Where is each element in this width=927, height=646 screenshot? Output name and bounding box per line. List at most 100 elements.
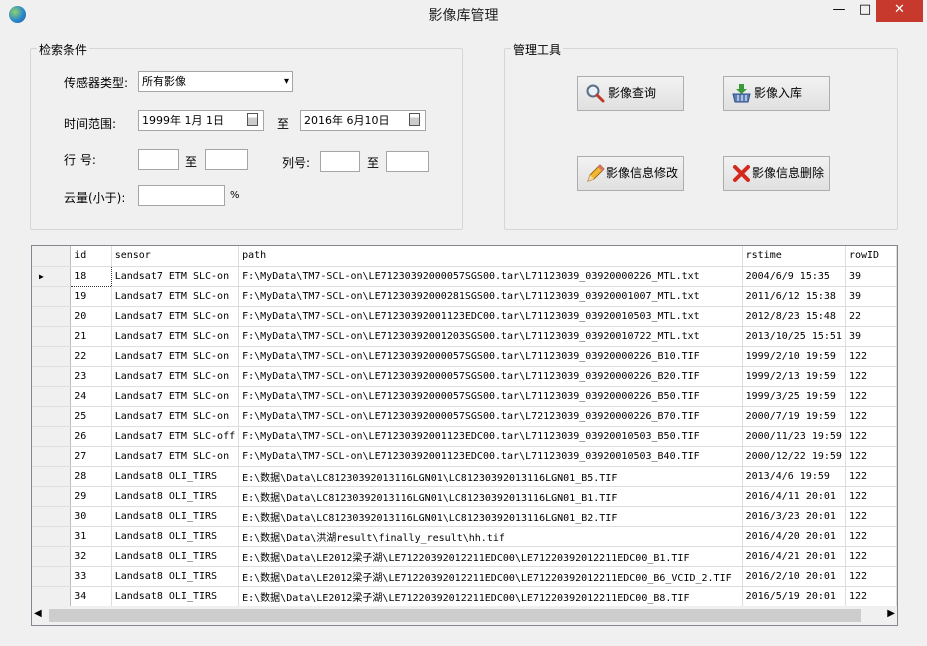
cell-rstime[interactable]: 2016/2/10 20:01	[742, 566, 846, 587]
row-header[interactable]	[32, 366, 72, 387]
cell-path[interactable]: E:\数据\Data\LC81230392013116LGN01\LC81230…	[238, 466, 743, 487]
horizontal-scrollbar[interactable]: ◀ ▶	[32, 606, 897, 625]
scroll-left-icon[interactable]: ◀	[34, 608, 42, 619]
row-to-input[interactable]	[205, 149, 248, 170]
cell-rowid[interactable]: 122	[845, 486, 897, 507]
table-row[interactable]: 23 Landsat7 ETM SLC-on F:\MyData\TM7-SCL-o…	[32, 366, 897, 387]
cell-path[interactable]: F:\MyData\TM7-SCL-on\LE71230392000057SGS…	[238, 266, 743, 287]
query-button[interactable]: 影像查询	[577, 76, 684, 111]
cell-id[interactable]: 18	[70, 265, 112, 287]
cell-path[interactable]: F:\MyData\TM7-SCL-on\LE71230392000057SGS…	[238, 366, 743, 387]
row-header[interactable]	[32, 546, 72, 567]
cell-rowid[interactable]: 122	[845, 546, 897, 567]
cell-path[interactable]: F:\MyData\TM7-SCL-on\LE71230392000057SGS…	[238, 346, 743, 367]
import-button[interactable]: 影像入库	[723, 76, 830, 111]
cell-rstime[interactable]: 2016/3/23 20:01	[742, 506, 846, 527]
cell-rstime[interactable]: 2000/11/23 19:59	[742, 426, 846, 447]
table-row[interactable]: 32 Landsat8 OLI_TIRS E:\数据\Data\LE2012梁子湖\…	[32, 546, 897, 567]
cell-sensor[interactable]: Landsat8 OLI_TIRS	[111, 466, 240, 487]
cell-rstime[interactable]: 2016/4/20 20:01	[742, 526, 846, 547]
scroll-right-icon[interactable]: ▶	[887, 608, 895, 619]
row-header[interactable]: ▶	[32, 266, 72, 287]
cell-sensor[interactable]: Landsat8 OLI_TIRS	[111, 546, 240, 567]
minimize-button[interactable]: —	[825, 0, 853, 22]
cell-rowid[interactable]: 39	[845, 286, 897, 307]
row-header[interactable]	[32, 426, 72, 447]
cell-path[interactable]: F:\MyData\TM7-SCL-on\LE71230392000281SGS…	[238, 286, 743, 307]
delete-info-button[interactable]: 影像信息删除	[723, 156, 830, 191]
cell-path[interactable]: F:\MyData\TM7-SCL-on\LE71230392001123EDC…	[238, 426, 743, 447]
scrollbar-thumb[interactable]	[49, 609, 861, 622]
cell-path[interactable]: E:\数据\Data\洪湖result\finally_result\hh.ti…	[238, 526, 743, 547]
table-row[interactable]: 27 Landsat7 ETM SLC-on F:\MyData\TM7-SCL-o…	[32, 446, 897, 467]
cell-rowid[interactable]: 39	[845, 326, 897, 347]
cell-id[interactable]: 31	[70, 526, 112, 547]
row-header[interactable]	[32, 586, 72, 607]
table-row[interactable]: 22 Landsat7 ETM SLC-on F:\MyData\TM7-SCL-o…	[32, 346, 897, 367]
table-row[interactable]: 25 Landsat7 ETM SLC-on F:\MyData\TM7-SCL-o…	[32, 406, 897, 427]
cell-sensor[interactable]: Landsat7 ETM SLC-on	[111, 366, 240, 387]
row-header[interactable]	[32, 446, 72, 467]
cell-path[interactable]: E:\数据\Data\LC81230392013116LGN01\LC81230…	[238, 506, 743, 527]
column-header-rstime[interactable]: rstime	[742, 246, 846, 267]
column-header-sensor[interactable]: sensor	[111, 246, 240, 267]
cell-rowid[interactable]: 122	[845, 506, 897, 527]
cell-id[interactable]: 20	[70, 306, 112, 327]
row-header[interactable]	[32, 306, 72, 327]
cell-path[interactable]: E:\数据\Data\LE2012梁子湖\LE71220392012211EDC…	[238, 566, 743, 587]
cell-rstime[interactable]: 2016/4/11 20:01	[742, 486, 846, 507]
table-row[interactable]: 28 Landsat8 OLI_TIRS E:\数据\Data\LC81230392…	[32, 466, 897, 487]
cell-sensor[interactable]: Landsat7 ETM SLC-off	[111, 426, 240, 447]
row-from-input[interactable]	[138, 149, 179, 170]
cell-sensor[interactable]: Landsat8 OLI_TIRS	[111, 486, 240, 507]
sensor-type-select[interactable]: 所有影像 ▾	[138, 71, 293, 92]
cell-rstime[interactable]: 2000/12/22 19:59	[742, 446, 846, 467]
cell-sensor[interactable]: Landsat8 OLI_TIRS	[111, 526, 240, 547]
cell-id[interactable]: 30	[70, 506, 112, 527]
cell-id[interactable]: 34	[70, 586, 112, 607]
cell-id[interactable]: 27	[70, 446, 112, 467]
cell-path[interactable]: E:\数据\Data\LC81230392013116LGN01\LC81230…	[238, 486, 743, 507]
cell-rstime[interactable]: 2016/4/21 20:01	[742, 546, 846, 567]
cell-sensor[interactable]: Landsat7 ETM SLC-on	[111, 266, 240, 287]
row-header[interactable]	[32, 286, 72, 307]
cell-rowid[interactable]: 122	[845, 526, 897, 547]
cell-rstime[interactable]: 2016/5/19 20:01	[742, 586, 846, 607]
row-header[interactable]	[32, 486, 72, 507]
cell-rowid[interactable]: 122	[845, 386, 897, 407]
row-header[interactable]	[32, 406, 72, 427]
cell-rstime[interactable]: 2012/8/23 15:48	[742, 306, 846, 327]
maximize-button[interactable]: □	[851, 0, 879, 22]
cell-rowid[interactable]: 122	[845, 466, 897, 487]
date-to-picker[interactable]: 2016年 6月10日	[300, 110, 426, 131]
cell-rowid[interactable]: 22	[845, 306, 897, 327]
cell-sensor[interactable]: Landsat8 OLI_TIRS	[111, 586, 240, 607]
cell-sensor[interactable]: Landsat7 ETM SLC-on	[111, 286, 240, 307]
cloud-input[interactable]	[138, 185, 225, 206]
table-row[interactable]: 20 Landsat7 ETM SLC-on F:\MyData\TM7-SCL-o…	[32, 306, 897, 327]
cell-sensor[interactable]: Landsat7 ETM SLC-on	[111, 406, 240, 427]
col-to-input[interactable]	[386, 151, 429, 172]
table-row[interactable]: 26 Landsat7 ETM SLC-off F:\MyData\TM7-SCL-…	[32, 426, 897, 447]
image-data-grid[interactable]: id sensor path rstime rowID ▶ 18 Landsat7 …	[31, 245, 898, 626]
table-row[interactable]: 31 Landsat8 OLI_TIRS E:\数据\Data\洪湖result\f…	[32, 526, 897, 547]
row-header[interactable]	[32, 386, 72, 407]
cell-sensor[interactable]: Landsat7 ETM SLC-on	[111, 306, 240, 327]
cell-id[interactable]: 33	[70, 566, 112, 587]
cell-sensor[interactable]: Landsat7 ETM SLC-on	[111, 326, 240, 347]
table-row[interactable]: ▶ 18 Landsat7 ETM SLC-on F:\MyData\TM7-SCL-…	[32, 265, 897, 287]
cell-rstime[interactable]: 2004/6/9 15:35	[742, 266, 846, 287]
cell-id[interactable]: 24	[70, 386, 112, 407]
cell-rstime[interactable]: 2000/7/19 19:59	[742, 406, 846, 427]
cell-rowid[interactable]: 122	[845, 446, 897, 467]
column-header-id[interactable]: id	[70, 246, 112, 267]
cell-path[interactable]: F:\MyData\TM7-SCL-on\LE71230392000057SGS…	[238, 406, 743, 427]
cell-id[interactable]: 19	[70, 286, 112, 307]
cell-path[interactable]: F:\MyData\TM7-SCL-on\LE71230392001123EDC…	[238, 306, 743, 327]
cell-path[interactable]: F:\MyData\TM7-SCL-on\LE71230392001123EDC…	[238, 446, 743, 467]
cell-path[interactable]: E:\数据\Data\LE2012梁子湖\LE71220392012211EDC…	[238, 586, 743, 607]
row-header[interactable]	[32, 326, 72, 347]
cell-id[interactable]: 28	[70, 466, 112, 487]
cell-rstime[interactable]: 2013/4/6 19:59	[742, 466, 846, 487]
calendar-icon[interactable]	[409, 113, 420, 126]
